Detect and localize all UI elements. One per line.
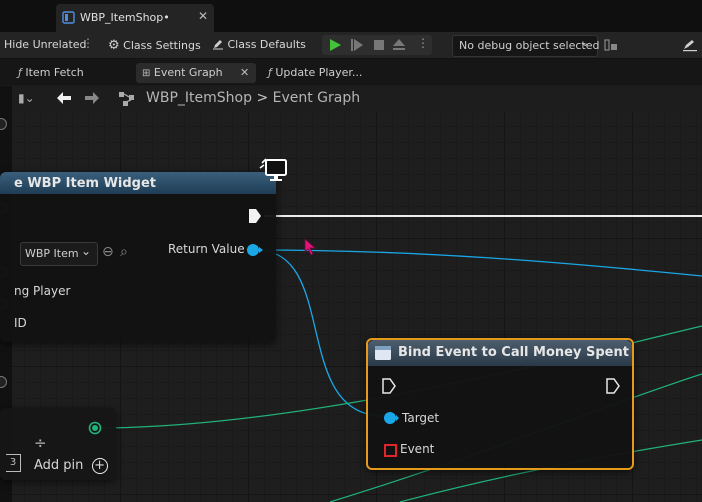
- event-delegate-pin[interactable]: [384, 444, 397, 457]
- mouse-cursor-icon: [304, 238, 317, 256]
- function-node-icon: [375, 346, 391, 360]
- create-widget-header[interactable]: e WBP Item Widget: [0, 172, 276, 194]
- bind-event-node[interactable]: Bind Event to Call Money Spent Target Ev…: [366, 338, 634, 470]
- bind-event-header[interactable]: Bind Event to Call Money Spent: [368, 340, 632, 366]
- exec-out-pin[interactable]: [606, 378, 620, 394]
- target-label: Target: [402, 411, 440, 425]
- add-pin-label: Add pin: [34, 458, 84, 473]
- make-array-node[interactable]: ÷ 3 Add pin +: [0, 408, 116, 480]
- array-out-pin[interactable]: [88, 421, 102, 435]
- divide-icon: ÷: [34, 434, 47, 452]
- event-label: Event: [400, 442, 435, 456]
- return-value-label: Return Value: [168, 242, 245, 256]
- target-pin[interactable]: [382, 411, 400, 425]
- add-pin-button[interactable]: Add pin +: [34, 458, 108, 474]
- strip-pin[interactable]: [0, 376, 7, 388]
- plus-circle-icon: +: [91, 458, 108, 474]
- exec-out-pin[interactable]: [248, 208, 262, 224]
- create-widget-node[interactable]: e WBP Item Widget ID WBP Item ⌄ ⊖ ⌕ Retu…: [0, 158, 287, 342]
- return-value-pin[interactable]: [246, 243, 264, 257]
- id-label: ID: [14, 316, 27, 330]
- array-index-icon: 3: [6, 454, 21, 472]
- class-dropdown[interactable]: WBP Item ⌄: [20, 242, 98, 266]
- create-widget-title: e WBP Item Widget: [14, 176, 157, 191]
- search-icon[interactable]: ⌕: [120, 244, 128, 260]
- chevron-down-icon: ⌄: [81, 244, 92, 258]
- exec-in-pin[interactable]: [382, 378, 396, 394]
- strip-pin[interactable]: [0, 118, 7, 130]
- widget-monitor-icon: [259, 158, 287, 181]
- bind-event-title: Bind Event to Call Money Spent: [398, 345, 629, 360]
- class-dropdown-value: WBP Item: [25, 247, 79, 260]
- owning-player-label: ng Player: [14, 284, 71, 298]
- object-wire-right: [255, 249, 702, 277]
- use-selected-icon[interactable]: ⊖: [102, 244, 114, 260]
